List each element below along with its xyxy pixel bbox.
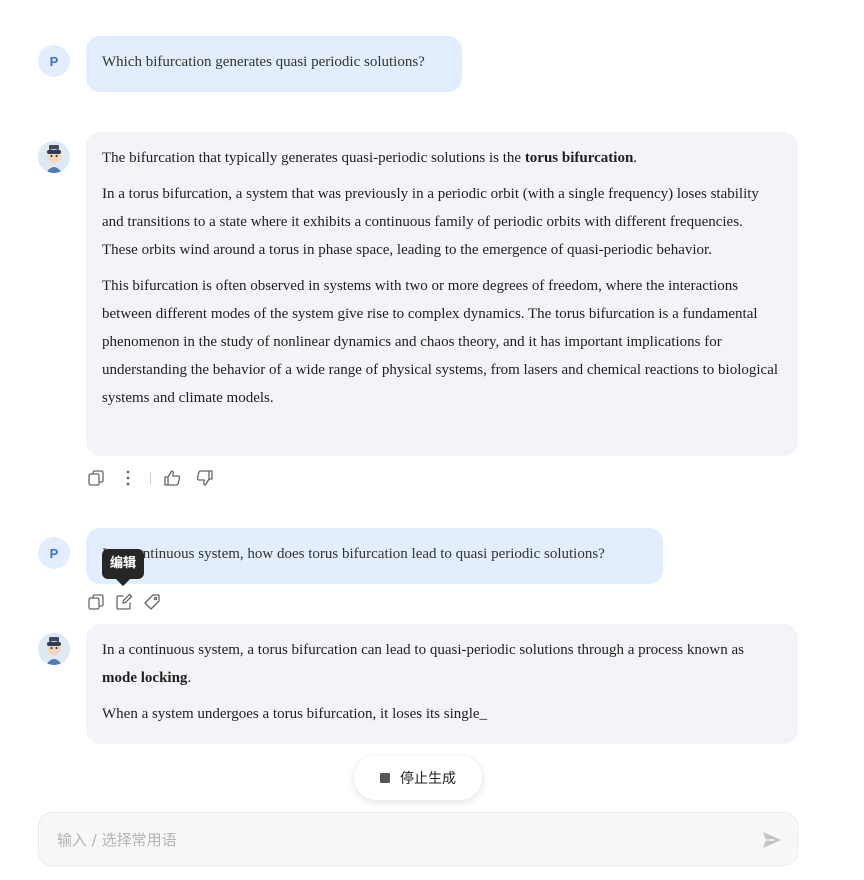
bot-paragraph: This bifurcation is often observed in sy… [102,278,779,406]
chat-input-bar [38,812,798,867]
bot-avatar [38,141,70,173]
thumbs-up-icon[interactable] [163,469,181,487]
bot-message: The bifurcation that typically generates… [86,132,798,456]
send-icon[interactable] [761,829,783,851]
copy-icon[interactable] [87,469,105,487]
thumbs-down-icon[interactable] [196,469,214,487]
bot-paragraph: In a torus bifurcation, a system that wa… [102,186,759,258]
bot-message: In a continuous system, a torus bifurcat… [86,624,798,744]
copy-icon[interactable] [87,593,105,611]
bot-paragraph: The bifurcation that typically generates… [102,150,638,166]
bot-paragraph: When a system undergoes a torus bifurcat… [102,706,488,722]
bot-avatar [38,633,70,665]
chat-input[interactable] [55,813,739,867]
user-avatar: P [38,45,70,77]
tag-icon[interactable] [143,593,161,611]
divider [150,472,151,484]
edit-icon[interactable] [115,593,133,611]
bot-paragraph: In a continuous system, a torus bifurcat… [102,642,744,686]
edit-tooltip: 编辑 [102,549,145,579]
stop-generating-label: 停止生成 [400,771,456,787]
stop-icon [380,773,390,783]
user-avatar: P [38,537,70,569]
more-icon[interactable] [119,469,137,487]
user-message-text: Which bifurcation generates quasi period… [102,54,425,70]
stop-generating-button[interactable]: 停止生成 [354,756,482,800]
user-message-text: In a continuous system, how does torus b… [102,546,605,562]
bot-avatar-icon [38,141,70,173]
user-message: Which bifurcation generates quasi period… [86,36,462,92]
bot-avatar-icon [38,633,70,665]
user-message: In a continuous system, how does torus b… [86,528,663,584]
